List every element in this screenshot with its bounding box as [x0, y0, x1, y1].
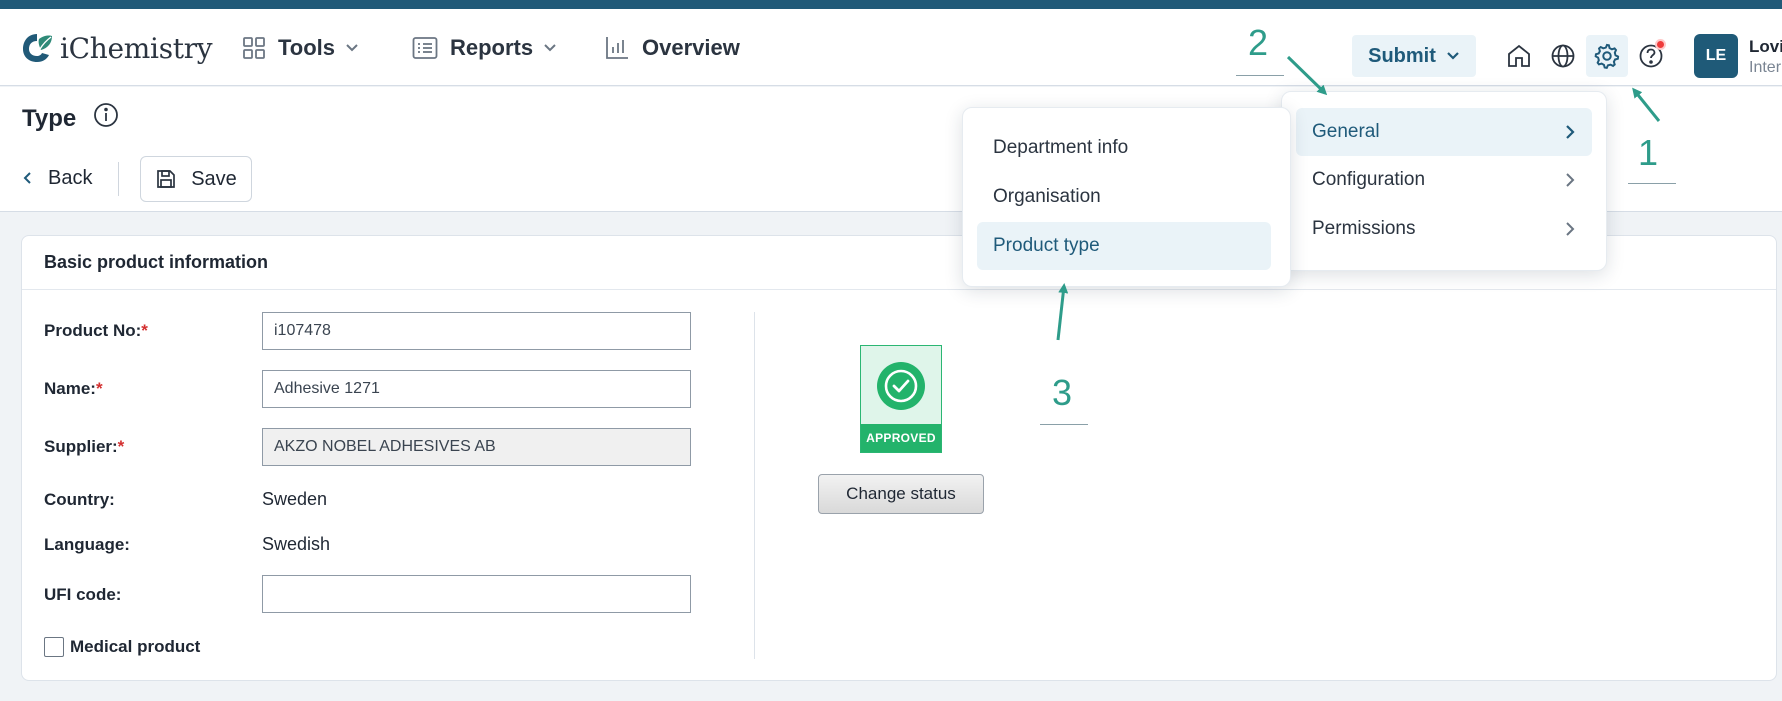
top-navbar: iChemistry Tools Reports Overview Submit	[0, 9, 1782, 86]
settings-menu-general[interactable]: General	[1296, 108, 1592, 156]
chevron-right-icon	[1566, 125, 1575, 139]
supplier-label: Supplier:*	[44, 437, 125, 456]
nav-tools-label: Tools	[278, 35, 336, 60]
status-badge-label: APPROVED	[861, 424, 941, 452]
column-divider	[754, 312, 755, 659]
help-button[interactable]	[1630, 35, 1672, 77]
product-no-label: Product No:*	[44, 321, 148, 340]
submit-label: Submit	[1368, 44, 1436, 67]
page-title: Type	[22, 105, 77, 132]
submit-button[interactable]: Submit	[1352, 35, 1476, 77]
back-button[interactable]: Back	[22, 163, 92, 193]
info-icon[interactable]	[93, 102, 119, 128]
settings-menu-general-label: General	[1312, 121, 1380, 142]
country-value: Sweden	[262, 489, 328, 509]
nav-overview[interactable]: Overview	[604, 33, 740, 63]
language-button[interactable]	[1542, 35, 1584, 77]
submenu-department-info[interactable]: Department info	[977, 124, 1271, 172]
annotation-underline-3	[1040, 424, 1088, 425]
supplier-input: AKZO NOBEL ADHESIVES AB	[262, 428, 691, 466]
grid-icon	[243, 37, 265, 59]
annotation-step-3: 3	[1052, 372, 1073, 413]
floppy-disk-icon	[157, 170, 176, 188]
settings-menu-permissions-label: Permissions	[1312, 218, 1416, 239]
medical-product-checkbox[interactable]	[44, 637, 64, 657]
chevron-right-icon	[1566, 222, 1575, 236]
settings-menu-permissions[interactable]: Permissions	[1296, 205, 1592, 253]
save-button[interactable]: Save	[140, 156, 252, 202]
basic-product-info-card: Basic product information Product No:* i…	[21, 235, 1777, 681]
globe-icon	[1551, 44, 1575, 68]
nav-reports[interactable]: Reports	[412, 33, 557, 63]
submenu-product-type[interactable]: Product type	[977, 222, 1271, 270]
annotation-step-2: 2	[1248, 22, 1269, 63]
product-no-input[interactable]: i107478	[262, 312, 691, 350]
chevron-down-icon	[1447, 52, 1459, 60]
nav-overview-label: Overview	[642, 35, 740, 60]
app-name: iChemistry	[60, 31, 213, 65]
avatar[interactable]: LE	[1694, 34, 1738, 78]
ichemistry-logo-icon	[23, 34, 52, 62]
name-label: Name:*	[44, 379, 103, 398]
gear-icon	[1594, 43, 1620, 70]
app-logo[interactable]: iChemistry	[20, 30, 213, 66]
chevron-left-icon	[23, 172, 31, 184]
home-button[interactable]	[1498, 35, 1540, 77]
save-label: Save	[191, 167, 237, 190]
annotation-underline-2	[1236, 75, 1284, 76]
chevron-down-icon	[346, 44, 358, 52]
language-label: Language:	[44, 535, 130, 554]
ufi-code-label: UFI code:	[44, 585, 122, 604]
country-label: Country:	[44, 490, 115, 509]
medical-product-label: Medical product	[70, 637, 201, 656]
ufi-code-input[interactable]	[262, 575, 691, 613]
list-icon	[412, 37, 438, 59]
nav-tools[interactable]: Tools	[242, 33, 359, 63]
back-label: Back	[48, 166, 93, 189]
settings-menu-configuration-label: Configuration	[1312, 169, 1426, 190]
user-name: Lovi	[1749, 37, 1782, 56]
top-stripe	[0, 0, 1782, 9]
toolbar-divider	[118, 162, 119, 196]
settings-menu: General Configuration Permissions	[1281, 91, 1607, 271]
notification-dot	[1655, 39, 1666, 50]
language-value: Swedish	[262, 534, 331, 554]
annotation-step-1: 1	[1638, 132, 1659, 173]
bar-chart-icon	[606, 37, 628, 59]
settings-button[interactable]	[1586, 35, 1628, 77]
user-role: Inter	[1749, 59, 1782, 76]
nav-reports-label: Reports	[450, 35, 534, 60]
chevron-right-icon	[1566, 173, 1575, 187]
status-badge: APPROVED	[860, 345, 942, 453]
annotation-underline-1	[1628, 183, 1676, 184]
general-submenu: Department info Organisation Product typ…	[962, 107, 1291, 287]
name-input[interactable]: Adhesive 1271	[262, 370, 691, 408]
submenu-organisation[interactable]: Organisation	[977, 173, 1271, 221]
chevron-down-icon	[544, 44, 556, 52]
home-icon	[1508, 44, 1530, 67]
settings-menu-configuration[interactable]: Configuration	[1296, 156, 1592, 204]
check-circle-icon	[877, 362, 925, 410]
change-status-button[interactable]: Change status	[818, 474, 984, 514]
